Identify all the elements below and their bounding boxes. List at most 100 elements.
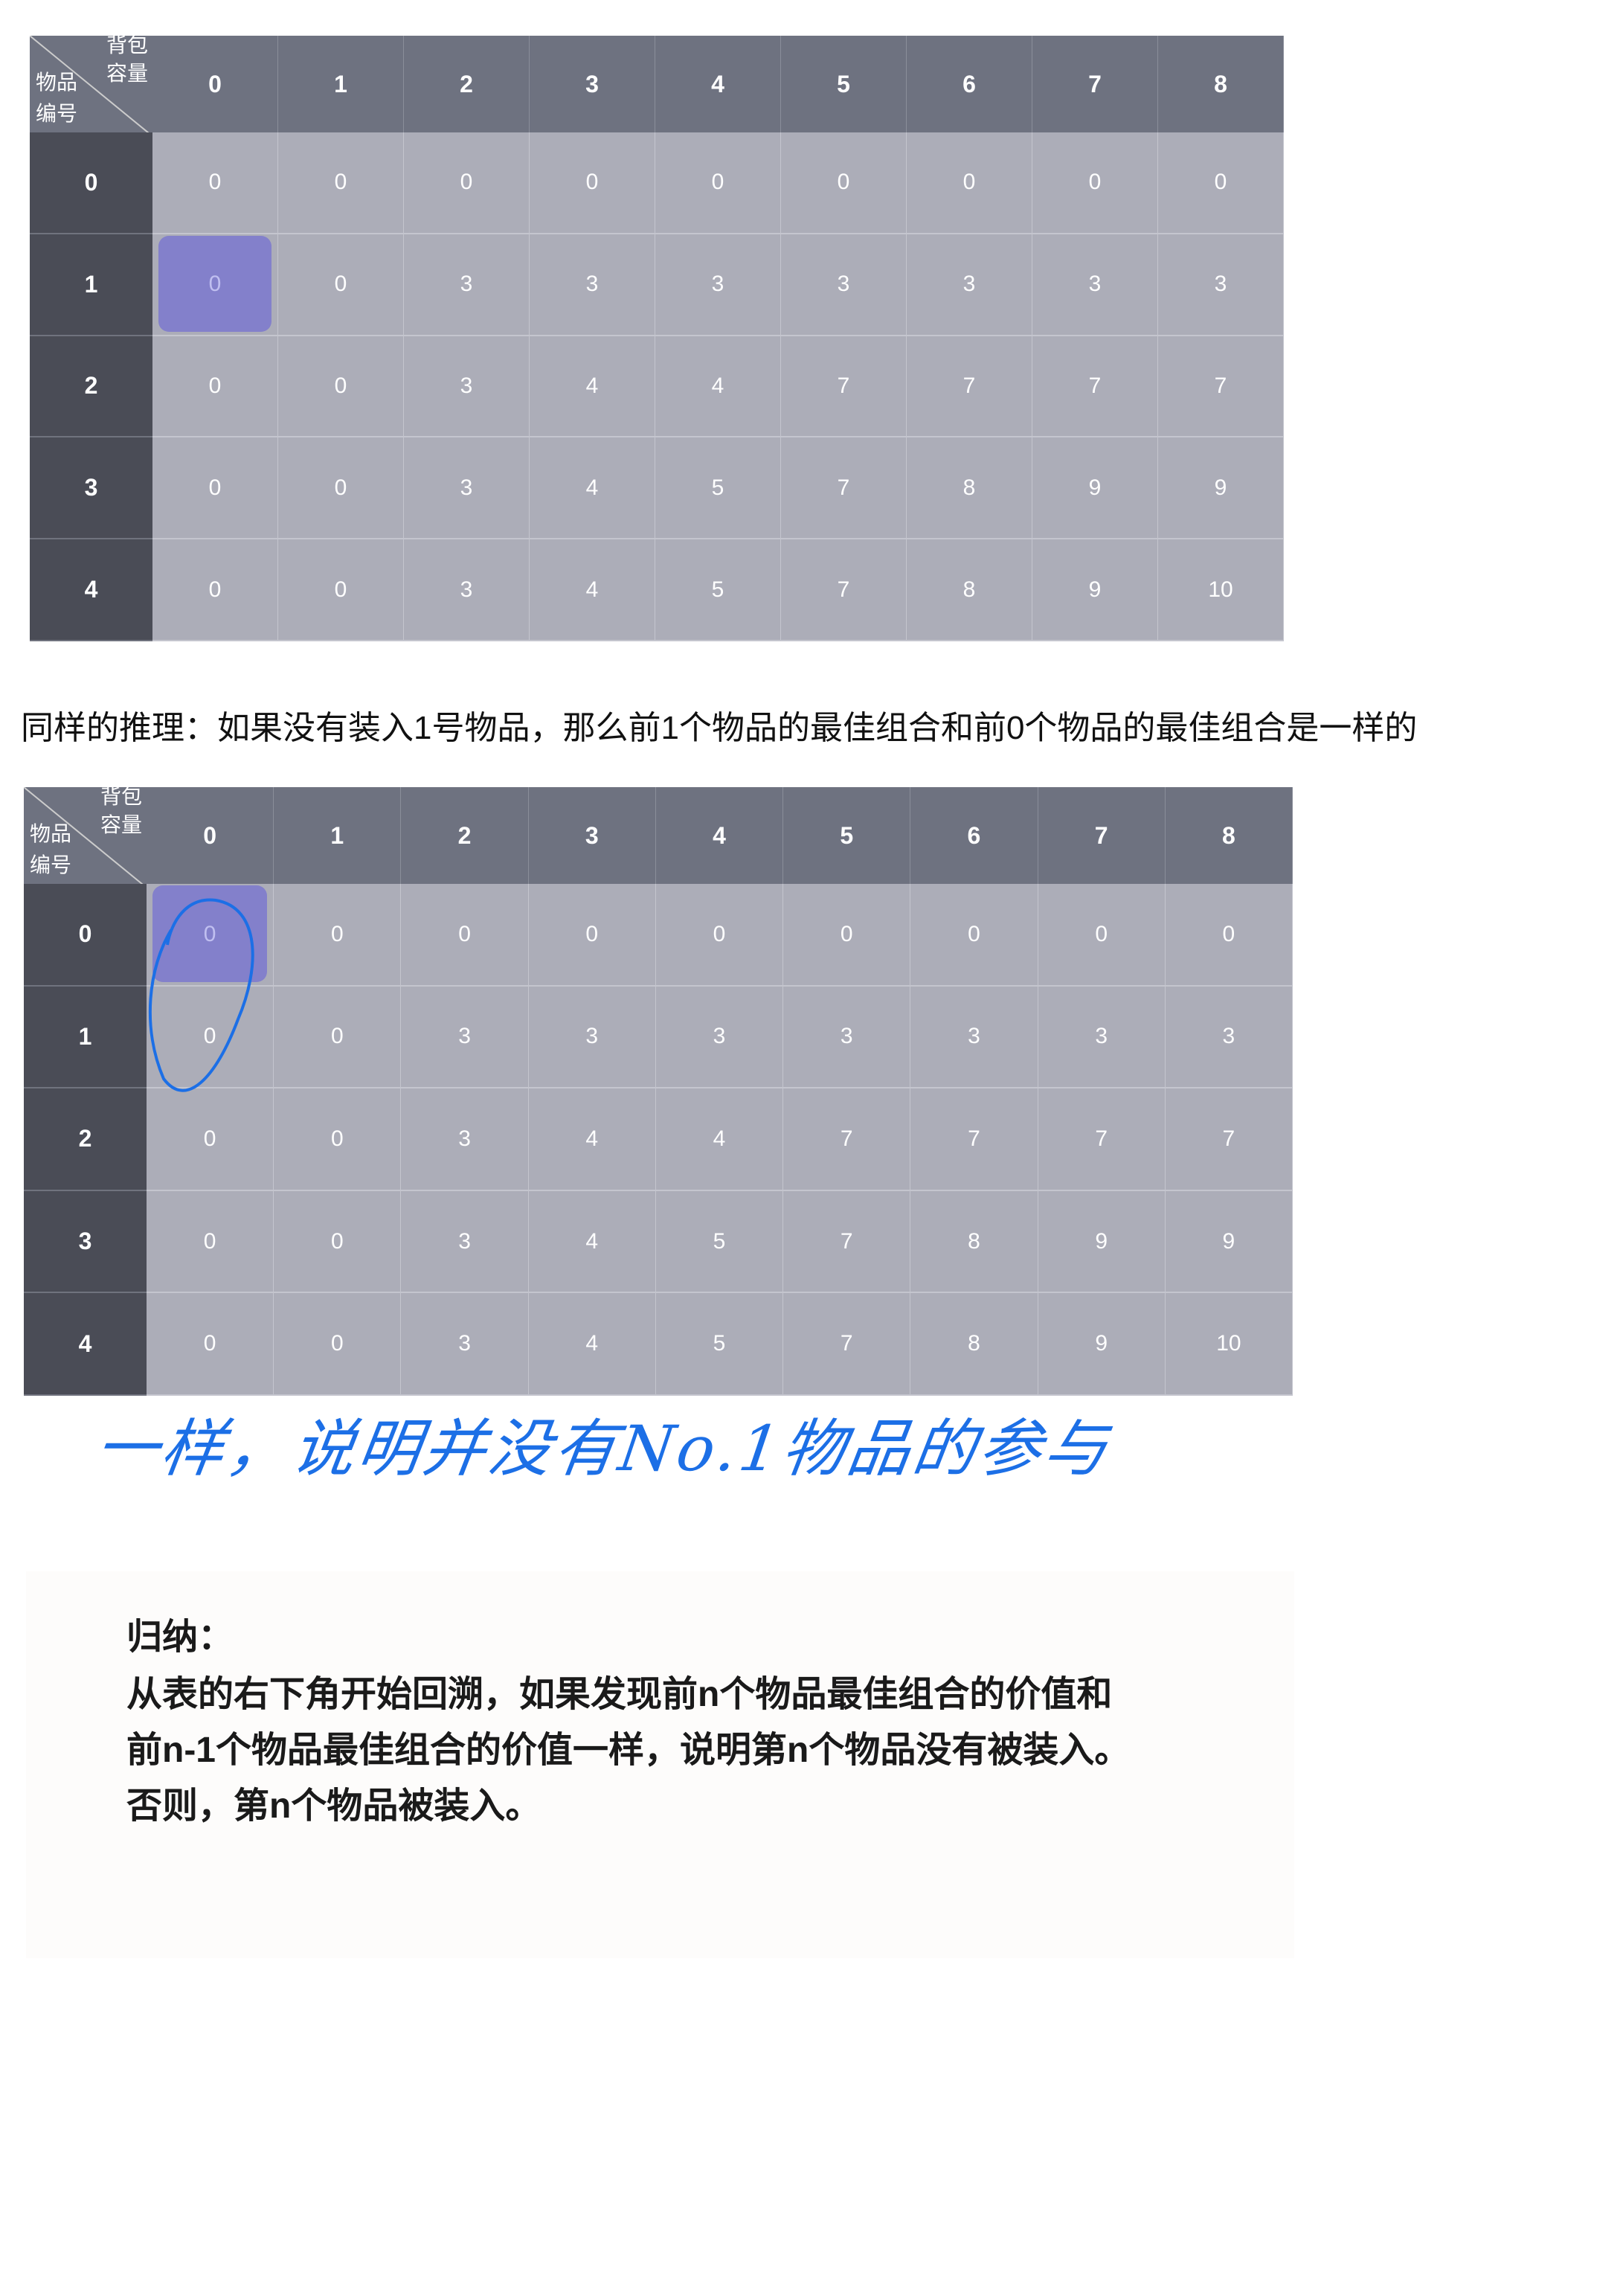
table-cell: 0 xyxy=(1165,884,1293,987)
table-cell-text: 4 xyxy=(711,373,724,398)
table-cell: 0 xyxy=(530,132,655,234)
table-cell: 0 xyxy=(278,234,404,336)
capacity-header: 8 xyxy=(1165,787,1293,884)
table-cell: 9 xyxy=(1158,437,1284,540)
capacity-header: 6 xyxy=(910,787,1038,884)
item-row-header: 2 xyxy=(24,1088,147,1191)
capacity-header: 0 xyxy=(152,36,278,132)
capacity-label: 背包 容量 xyxy=(106,36,148,85)
table-cell: 0 xyxy=(274,1293,402,1396)
table-cell: 5 xyxy=(655,437,781,540)
table-cell: 7 xyxy=(783,1088,911,1191)
table-cell: 4 xyxy=(530,437,655,540)
table-cell-text: 5 xyxy=(711,475,724,500)
table-cell: 3 xyxy=(401,1088,529,1191)
table-cell-text: 9 xyxy=(1222,1228,1235,1254)
table-cell: 0 xyxy=(655,132,781,234)
item-row-header: 1 xyxy=(30,234,152,336)
table-cell: 3 xyxy=(401,1190,529,1294)
table-cell-text: 8 xyxy=(962,475,976,500)
table-cell-text: 7 xyxy=(1214,373,1227,398)
table-cell: 3 xyxy=(404,336,530,438)
item-row-header-text: 3 xyxy=(84,474,98,501)
table-cell: 7 xyxy=(907,336,1032,438)
table-cell: 7 xyxy=(1032,336,1158,438)
table-cell-text: 0 xyxy=(330,1024,344,1049)
table-cell: 3 xyxy=(1158,234,1284,336)
table-cell-text: 10 xyxy=(1208,577,1233,602)
capacity-header-text: 7 xyxy=(1088,70,1102,97)
capacity-header-text: 2 xyxy=(460,70,473,97)
capacity-header: 8 xyxy=(1158,36,1284,132)
table-cell-text: 3 xyxy=(1214,272,1227,297)
table-cell: 10 xyxy=(1158,539,1284,641)
table-cell-text: 7 xyxy=(837,475,850,500)
capacity-header-text: 4 xyxy=(711,70,724,97)
table-cell: 4 xyxy=(530,336,655,438)
table-cell-text: 0 xyxy=(1222,921,1235,946)
table-cell-text: 7 xyxy=(837,373,850,398)
table-cell: 3 xyxy=(1032,234,1158,336)
table-cell-text: 3 xyxy=(1222,1024,1235,1049)
capacity-header-text: 8 xyxy=(1221,821,1235,849)
item-row-header: 3 xyxy=(30,437,152,540)
table-cell: 3 xyxy=(401,1293,529,1396)
table-cell: 3 xyxy=(1165,986,1293,1089)
table-cell: 4 xyxy=(528,1190,656,1294)
table-cell-text: 4 xyxy=(585,373,599,398)
item-row-header-text: 0 xyxy=(78,920,92,948)
highlighted-cell: 0 xyxy=(152,234,278,336)
table-cell: 7 xyxy=(781,539,907,641)
table-cell-text: 7 xyxy=(1088,373,1102,398)
table-cell-text: 7 xyxy=(1222,1126,1235,1151)
table-cell-text: 3 xyxy=(1095,1024,1108,1049)
table-cell: 0 xyxy=(152,336,278,438)
table-cell-text: 0 xyxy=(840,921,853,946)
table-cell: 0 xyxy=(278,336,404,438)
table-cell: 0 xyxy=(655,884,784,987)
table-cell-text: 4 xyxy=(585,1126,599,1151)
table-cell-text: 3 xyxy=(458,1228,471,1254)
table-cell-text: 3 xyxy=(1088,272,1102,297)
table-cell-text: 3 xyxy=(840,1024,853,1049)
table-cell-text: 0 xyxy=(203,1126,216,1151)
table-cell-text: 7 xyxy=(968,1126,980,1151)
table-cell: 7 xyxy=(1038,1088,1166,1191)
capacity-header: 0 xyxy=(147,787,274,884)
table-cell-text: 0 xyxy=(585,170,599,195)
table-cell-text: 3 xyxy=(962,272,976,297)
item-row-header-text: 1 xyxy=(84,270,98,298)
capacity-header: 6 xyxy=(907,36,1032,132)
table-cell-text: 0 xyxy=(203,1228,216,1254)
item-number-label: 物品 编号 xyxy=(36,71,78,125)
table-cell: 3 xyxy=(907,234,1032,336)
table-cell: 5 xyxy=(655,1293,784,1396)
table-cell: 0 xyxy=(147,1088,274,1191)
table-cell: 4 xyxy=(528,1293,656,1396)
capacity-header: 4 xyxy=(655,36,781,132)
table-cell: 9 xyxy=(1165,1190,1293,1294)
table-cell-text: 5 xyxy=(713,1228,726,1254)
capacity-header-text: 7 xyxy=(1094,821,1108,849)
table-cell-text: 5 xyxy=(711,577,724,602)
table-cell: 0 xyxy=(910,884,1038,987)
table-cell-text: 4 xyxy=(585,1331,599,1356)
table-cell: 0 xyxy=(152,437,278,540)
table-cell-text: 3 xyxy=(460,577,473,602)
summary-title: 归纳： xyxy=(126,1617,234,1657)
table-cell-text: 3 xyxy=(460,475,473,500)
table-cell: 9 xyxy=(1032,539,1158,641)
table-cell-text: 0 xyxy=(334,170,347,195)
item-row-header: 2 xyxy=(30,336,152,438)
table-cell: 0 xyxy=(274,884,402,987)
highlighted-cell-text: 0 xyxy=(208,272,222,297)
capacity-header-text: 6 xyxy=(967,821,981,849)
item-row-header: 1 xyxy=(24,986,147,1089)
capacity-header: 7 xyxy=(1032,36,1158,132)
table-cell-text: 0 xyxy=(330,1228,344,1254)
table-cell-text: 3 xyxy=(713,1024,726,1049)
table-cell: 3 xyxy=(530,234,655,336)
table-cell-text: 0 xyxy=(1088,170,1102,195)
table-cell-text: 3 xyxy=(585,272,599,297)
capacity-header-text: 2 xyxy=(457,821,472,849)
